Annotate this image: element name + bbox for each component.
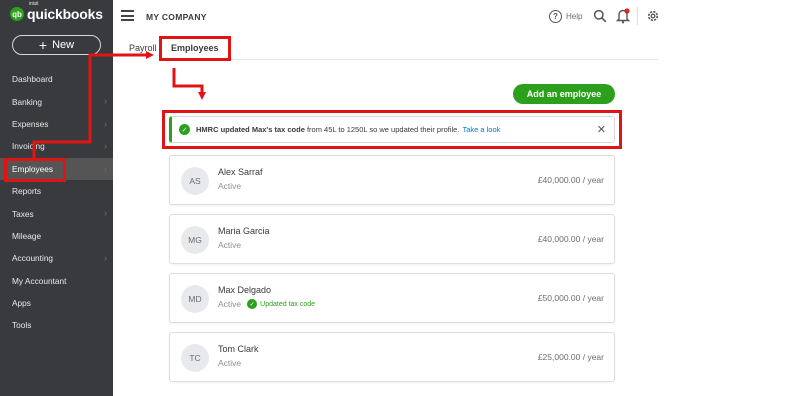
employee-salary: £40,000.00 / year (537, 175, 604, 185)
employee-name[interactable]: Tom Clark (218, 344, 259, 354)
sidebar-item-invoicing[interactable]: Invoicing › (0, 135, 113, 157)
sidebar-item-label: My Accountant (12, 275, 67, 286)
sidebar-item-accounting[interactable]: Accounting › (0, 247, 113, 269)
status-badge: ✓ Updated tax code (247, 299, 315, 309)
highlight-sidebar-employees (4, 158, 66, 182)
sidebar-nav: Dashboard Banking › Expenses › Invoicing › Empl… (0, 68, 113, 337)
header-divider (637, 7, 638, 25)
employee-status: Active (218, 299, 242, 309)
badge-label: Updated tax code (260, 300, 316, 308)
sidebar-item-dashboard[interactable]: Dashboard (0, 68, 113, 90)
quickbooks-logo-icon: qb (10, 7, 24, 21)
employee-status: Active (218, 240, 242, 250)
tab-payroll[interactable]: Payroll (129, 43, 157, 53)
quickbooks-logo[interactable]: qb intuit quickbooks (10, 1, 103, 22)
sidebar-item-label: Apps (12, 298, 31, 309)
employee-status-row: Active (218, 181, 241, 191)
employee-card[interactable]: MD Max Delgado Active ✓ Updated tax code £50,… (169, 273, 615, 323)
employee-status: Active (218, 358, 242, 368)
employee-status-row: Active (218, 240, 241, 250)
sidebar-item-label: Invoicing (12, 141, 45, 152)
sidebar-item-label: Banking (12, 96, 42, 107)
new-button[interactable]: + New (12, 35, 101, 55)
arrow-tab-to-notification (172, 68, 206, 100)
sidebar-item-tools[interactable]: Tools (0, 314, 113, 336)
plus-icon: + (38, 37, 48, 53)
bell-icon[interactable] (616, 8, 630, 24)
hamburger-menu-icon[interactable] (121, 10, 134, 21)
chevron-right-icon: › (104, 253, 107, 264)
employee-salary: £25,000.00 / year (537, 352, 604, 362)
highlight-employees-tab (159, 36, 231, 61)
help-icon[interactable]: ? (549, 10, 562, 23)
sidebar-item-label: Taxes (12, 208, 34, 219)
employee-salary: £40,000.00 / year (537, 234, 604, 244)
app-window: qb intuit quickbooks + New Dashboard Bank… (0, 0, 790, 396)
sidebar-item-mileage[interactable]: Mileage (0, 225, 113, 247)
employee-card[interactable]: TC Tom Clark Active £25,000.00 / year (169, 332, 615, 382)
search-icon[interactable] (593, 9, 607, 23)
help-label[interactable]: Help (566, 12, 582, 21)
employee-status-row: Active (218, 358, 241, 368)
sidebar-item-label: Accounting (12, 253, 54, 264)
sidebar-item-taxes[interactable]: Taxes › (0, 202, 113, 224)
employee-status-row: Active ✓ Updated tax code (218, 299, 315, 309)
sidebar: qb intuit quickbooks + New Dashboard Bank… (0, 0, 113, 396)
sidebar-item-apps[interactable]: Apps (0, 292, 113, 314)
sidebar-item-label: Dashboard (12, 74, 53, 85)
sidebar-item-label: Expenses (12, 118, 49, 129)
avatar: AS (181, 167, 209, 195)
sidebar-item-label: Tools (12, 320, 32, 331)
employee-name[interactable]: Alex Sarraf (218, 167, 263, 177)
chevron-right-icon: › (104, 208, 107, 219)
employee-name[interactable]: Maria Garcia (218, 226, 270, 236)
employee-card[interactable]: AS Alex Sarraf Active £40,000.00 / year (169, 155, 615, 205)
new-button-label: New (52, 39, 75, 51)
sidebar-item-reports[interactable]: Reports (0, 180, 113, 202)
sidebar-item-expenses[interactable]: Expenses › (0, 113, 113, 135)
gear-icon[interactable] (646, 9, 660, 23)
chevron-right-icon: › (104, 141, 107, 152)
add-employee-button[interactable]: Add an employee (513, 84, 615, 104)
company-name: MY COMPANY (146, 12, 207, 22)
employee-status: Active (218, 181, 242, 191)
chevron-right-icon: › (104, 118, 107, 129)
employee-card[interactable]: MG Maria Garcia Active £40,000.00 / year (169, 214, 615, 264)
logo-intuit-text: intuit (29, 1, 39, 7)
chevron-right-icon: › (104, 96, 107, 107)
logo-text: intuit quickbooks (27, 1, 103, 22)
chevron-right-icon: › (104, 163, 107, 174)
sidebar-item-banking[interactable]: Banking › (0, 90, 113, 112)
tabs-divider (158, 59, 658, 60)
sidebar-item-my-accountant[interactable]: My Accountant (0, 270, 113, 292)
check-circle-icon: ✓ (247, 299, 258, 309)
sidebar-item-label: Reports (12, 186, 42, 197)
avatar: MD (181, 285, 209, 313)
highlight-notification (162, 110, 622, 149)
avatar: TC (181, 344, 209, 372)
avatar: MG (181, 226, 209, 254)
employee-salary: £50,000.00 / year (537, 293, 604, 303)
sidebar-item-label: Mileage (12, 230, 42, 241)
logo-wordmark: quickbooks (27, 6, 103, 22)
employee-name[interactable]: Max Delgado (218, 285, 271, 295)
